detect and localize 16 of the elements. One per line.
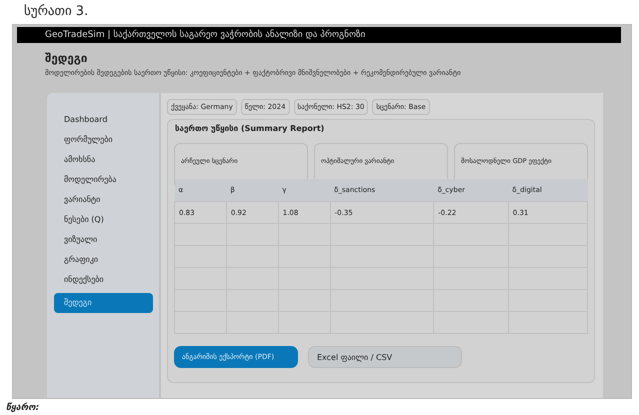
sidebar-item[interactable]: შედეგი	[54, 293, 153, 313]
sidebar-item[interactable]: Dashboard	[54, 110, 153, 130]
source-label: წყარო:	[5, 402, 40, 413]
sidebar-item[interactable]: ვიზუალი	[54, 230, 153, 250]
sidebar-item[interactable]: ნესები (Q)	[54, 210, 153, 230]
sidebar-item[interactable]: ვარიანტი	[54, 190, 153, 210]
report-title: საერთო უწყისი (Summary Report)	[175, 124, 326, 133]
sidebar-item[interactable]: ამოხსნა	[54, 150, 153, 170]
sidebar-item[interactable]: ფორმულები	[54, 130, 153, 150]
page-heading: შედეგი	[45, 51, 88, 65]
export-csv-button[interactable]: Excel ფაილი / CSV	[308, 346, 462, 368]
sidebar-item[interactable]: მოდელირება	[54, 170, 153, 190]
window-title: GeoTradeSim | საქართველოს საგარეო ვაჭრობის ანალიზი და პროგნოზი	[45, 30, 366, 40]
figure-caption: სურათი 3.	[23, 3, 90, 21]
sidebar-item[interactable]: ინდექსები	[54, 270, 153, 290]
sidebar-item[interactable]: გრაფიკი	[54, 250, 153, 270]
